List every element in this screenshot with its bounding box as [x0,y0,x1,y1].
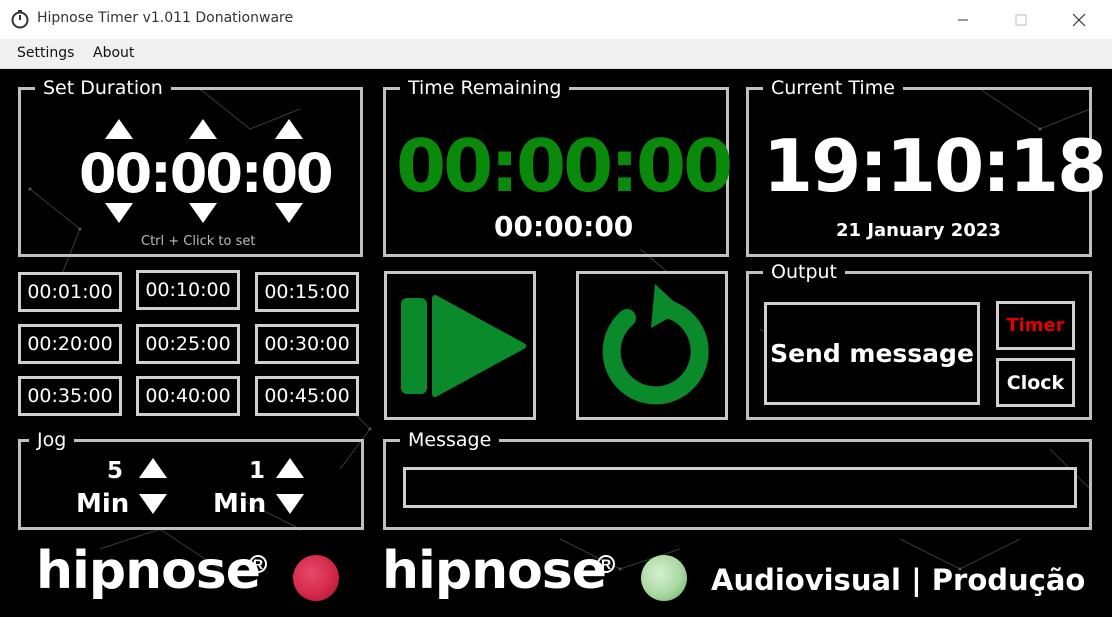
menu-settings[interactable]: Settings [17,45,74,61]
duration-value[interactable]: 00:00:00 [79,142,334,205]
jog-right-unit: Min [213,489,267,519]
play-pause-icon [401,295,526,397]
minutes-up-arrow[interactable] [189,119,217,139]
jog-left-down-arrow[interactable] [139,494,167,514]
preset-button[interactable]: 00:35:00 [18,376,122,416]
hipnose-logo-1: hipnose [36,541,261,601]
red-dot-logo [293,555,339,601]
reset-icon [602,284,709,405]
jog-right-amount: 1 [249,458,266,484]
preset-button[interactable]: 00:10:00 [136,270,240,310]
timer-output-button[interactable]: Timer [996,301,1075,350]
window-title: Hipnose Timer v1.011 Donationware [37,10,294,26]
preset-button[interactable]: 00:20:00 [18,324,122,364]
preset-button[interactable]: 00:45:00 [255,376,359,416]
jog-label: Jog [29,428,75,452]
set-duration-label: Set Duration [35,76,171,100]
maximize-button[interactable] [998,0,1044,39]
green-dot-logo [641,555,687,601]
main-area: Set Duration 00:00:00 Ctrl + Click to se… [0,69,1112,617]
current-time-panel: Current Time 19:10:18 21 January 2023 [746,76,1107,257]
reset-button[interactable] [576,271,728,420]
jog-right-down-arrow[interactable] [276,494,304,514]
clock-output-button[interactable]: Clock [996,358,1075,407]
hipnose-logo-2: hipnose [382,541,607,601]
output-label: Output [763,260,845,284]
menu-about[interactable]: About [93,45,134,61]
jog-left-unit: Min [76,489,130,519]
current-time-label: Current Time [763,76,903,100]
preset-button[interactable]: 00:15:00 [255,272,359,312]
minutes-down-arrow[interactable] [189,203,217,223]
time-remaining-label: Time Remaining [400,76,570,100]
message-label: Message [400,428,500,452]
close-icon [1072,13,1086,26]
title-bar: Hipnose Timer v1.011 Donationware [0,0,1112,39]
seconds-up-arrow[interactable] [275,119,303,139]
minimize-button[interactable] [940,0,986,39]
duration-hint: Ctrl + Click to set [141,234,256,249]
maximize-icon [1015,14,1027,25]
preset-button[interactable]: 00:40:00 [136,376,240,416]
preset-button[interactable]: 00:01:00 [18,272,122,312]
menu-bar: Settings About [0,39,1112,69]
seconds-down-arrow[interactable] [275,203,303,223]
jog-panel: Jog 5 Min 1 Min [18,428,364,530]
hours-up-arrow[interactable] [105,119,133,139]
time-remaining-value: 00:00:00 [396,124,733,208]
preset-button[interactable]: 00:25:00 [136,324,240,364]
minimize-icon [958,19,968,20]
current-time-value: 19:10:18 [763,124,1107,208]
registered-mark-2: R [597,555,615,573]
tagline: Audiovisual | Produção [711,563,1086,597]
set-duration-panel: Set Duration 00:00:00 Ctrl + Click to se… [18,76,363,257]
send-message-button[interactable]: Send message [764,302,980,405]
stopwatch-icon [11,10,29,29]
current-date: 21 January 2023 [836,220,1001,241]
play-pause-button[interactable] [384,271,536,420]
time-remaining-sub: 00:00:00 [494,210,634,243]
registered-mark-1: R [249,555,267,573]
jog-right-up-arrow[interactable] [276,458,304,478]
time-remaining-panel: Time Remaining 00:00:00 00:00:00 [383,76,733,257]
hours-down-arrow[interactable] [105,203,133,223]
preset-button[interactable]: 00:30:00 [255,324,359,364]
message-input[interactable] [403,467,1077,508]
jog-left-up-arrow[interactable] [139,458,167,478]
close-button[interactable] [1056,0,1102,39]
jog-left-amount: 5 [107,458,124,484]
